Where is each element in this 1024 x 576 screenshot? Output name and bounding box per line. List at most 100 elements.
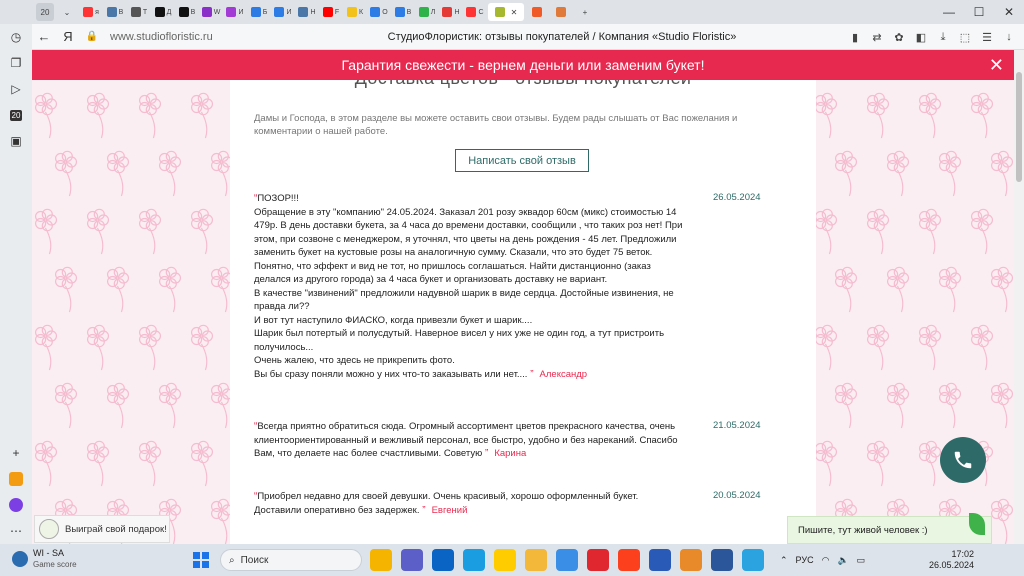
games-icon[interactable] [0, 466, 32, 492]
extension-flower-icon[interactable]: ✿ [888, 31, 910, 44]
tab-label: С [478, 8, 484, 16]
write-review-button[interactable]: Написать свой отзыв [455, 149, 589, 172]
browser-tab[interactable]: Н [440, 3, 462, 21]
browser-tab[interactable]: И [272, 3, 294, 21]
extension-icon[interactable]: ◧ [910, 31, 932, 44]
flower-motif [106, 382, 130, 429]
new-tab-icon[interactable]: + [574, 3, 596, 21]
banner-close-icon[interactable]: ✕ [989, 55, 1004, 76]
tab-active[interactable]: ✕ [488, 3, 524, 21]
play-icon[interactable]: ▷ [0, 76, 32, 102]
maximize-icon[interactable]: ☐ [964, 0, 994, 24]
gift-widget[interactable]: Выиграй свой подарок! [34, 515, 170, 543]
tab-lf[interactable] [526, 3, 548, 21]
extensions-puzzle-icon[interactable]: ⬚ [954, 31, 976, 44]
page-scrollbar[interactable] [1014, 50, 1024, 544]
explorer-icon[interactable] [525, 549, 547, 571]
flower-motif [814, 92, 838, 139]
browser-tab[interactable]: Д [152, 3, 174, 21]
page-heading: Доставка цветов - отзывы покупателей [230, 80, 816, 89]
flower-motif [138, 208, 162, 255]
wifi-icon[interactable]: ◠ [822, 555, 830, 566]
edge-icon[interactable] [463, 549, 485, 571]
browser-tab[interactable]: F [320, 3, 342, 21]
close-tab-icon[interactable]: ✕ [511, 8, 518, 17]
live-chat-widget[interactable]: Пишите, тут живой человек :) [787, 513, 992, 544]
minimize-icon[interactable]: — [934, 0, 964, 24]
browser-tab[interactable]: В [392, 3, 414, 21]
downloads-arrow-icon[interactable]: ↓ [998, 31, 1020, 43]
files-icon[interactable] [556, 549, 578, 571]
tab-label: Б [262, 8, 268, 16]
call-button[interactable] [940, 437, 986, 483]
word-icon[interactable] [711, 549, 733, 571]
yandex-icon[interactable] [618, 549, 640, 571]
taskbar-apps [370, 549, 773, 571]
browser-sidebar: ◷ ❐ ▷ 20 ▣ + ⋯ [0, 24, 32, 544]
review-date: 26.05.2024 [713, 192, 761, 203]
tab-label: Т [142, 8, 148, 16]
browser-tab[interactable]: Т [128, 3, 150, 21]
start-button-icon[interactable] [193, 552, 209, 568]
opera-icon[interactable] [587, 549, 609, 571]
add-icon[interactable]: + [0, 440, 32, 466]
widget-subtitle: Game score [33, 560, 77, 569]
browser-tab[interactable]: С [464, 3, 486, 21]
menu-icon[interactable]: ☰ [976, 31, 998, 44]
review-item: “ПОЗОР!!! Обращение в эту "компанию" 24.… [254, 192, 774, 381]
yandex-browser-icon[interactable] [494, 549, 516, 571]
browser-tab[interactable]: Н [296, 3, 318, 21]
browser-tab[interactable]: В [176, 3, 198, 21]
clock-time: 17:02 [951, 549, 975, 559]
shield-icon[interactable] [649, 549, 671, 571]
tab-list-chevron-icon[interactable]: ⌄ [56, 3, 78, 21]
tray-overflow-icon[interactable]: ⌃ [780, 555, 788, 566]
flower-motif [990, 382, 1014, 429]
alice-icon[interactable] [0, 492, 32, 518]
chat-label: Пишите, тут живой человек :) [798, 524, 928, 536]
telegram-icon[interactable] [742, 549, 764, 571]
history-icon[interactable]: ◷ [0, 24, 32, 50]
close-window-icon[interactable]: ✕ [994, 0, 1024, 24]
scrollbar-thumb[interactable] [1016, 72, 1022, 182]
back-arrow-icon[interactable]: ← [32, 29, 56, 44]
flower-motif [918, 324, 942, 371]
blue-icon [250, 7, 261, 17]
browser-tab[interactable]: В [104, 3, 126, 21]
outlook-icon[interactable] [432, 549, 454, 571]
battery-icon[interactable]: ▭ [857, 555, 866, 566]
browser-tab[interactable]: Б [248, 3, 270, 21]
search-icon: ⌕ [229, 554, 235, 566]
browser-tab[interactable]: О [368, 3, 390, 21]
flower-motif [814, 440, 838, 487]
download-icon[interactable]: ⤓ [932, 31, 954, 44]
volume-icon[interactable]: 🔈 [837, 555, 848, 566]
widgets-icon[interactable] [370, 549, 392, 571]
tab-counter[interactable]: 20 [36, 3, 54, 21]
teams-icon[interactable] [401, 549, 423, 571]
translate-icon[interactable]: ⇄ [866, 31, 888, 44]
keyboard-lang[interactable]: РУС [796, 555, 814, 565]
browser-tab[interactable]: я [80, 3, 102, 21]
collections-icon[interactable]: ❐ [0, 50, 32, 76]
taskbar-search[interactable]: ⌕ Поиск [220, 549, 362, 571]
browser-tab[interactable]: Л [416, 3, 438, 21]
url-field[interactable]: www.studiofloristic.ru [110, 31, 250, 43]
flower-motif [86, 440, 110, 487]
widgets-button[interactable]: WI - SA Game score [12, 548, 77, 569]
flower-motif [190, 324, 214, 371]
bookmark-icon[interactable]: ▮ [844, 31, 866, 44]
flower-motif [866, 208, 890, 255]
tab-counter-icon[interactable]: 20 [0, 102, 32, 128]
clock[interactable]: 17:02 26.05.2024 [929, 549, 974, 571]
browser-tab[interactable]: И [224, 3, 246, 21]
browser-tab[interactable]: W [200, 3, 222, 21]
bookmark-app-icon[interactable] [680, 549, 702, 571]
settings-icon[interactable]: ⋯ [0, 518, 32, 544]
screenshot-icon[interactable]: ▣ [0, 128, 32, 154]
browser-tab[interactable]: К [344, 3, 366, 21]
yandex-logo-icon[interactable]: Я [56, 29, 80, 44]
wildberries-icon [226, 7, 237, 17]
tab-orange[interactable] [550, 3, 572, 21]
lf-favicon [532, 7, 542, 17]
